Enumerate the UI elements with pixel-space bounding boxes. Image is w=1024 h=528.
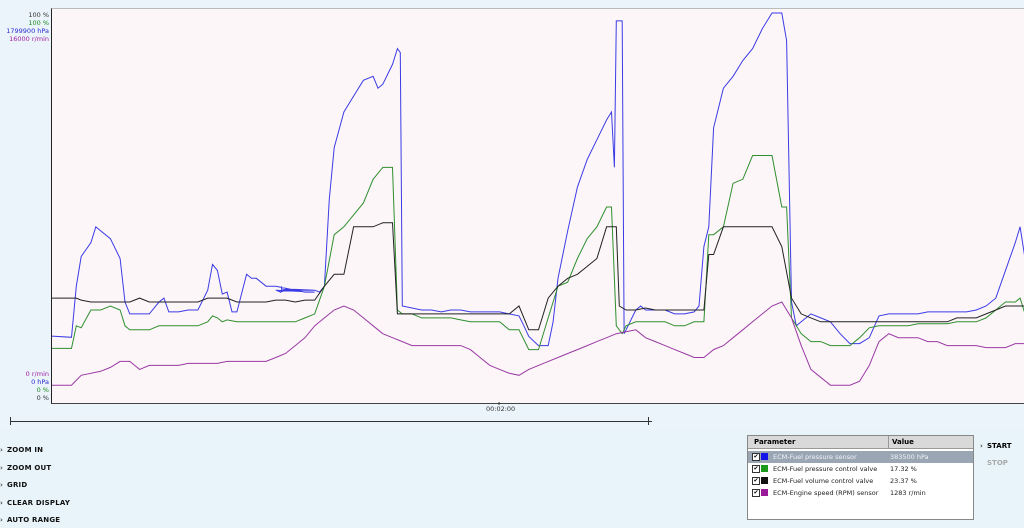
row-checkbox[interactable]: ✔	[752, 453, 760, 461]
table-row[interactable]: ✔ ECM-Engine speed (RPM) sensor 1283 r/m…	[748, 487, 973, 499]
header-parameter[interactable]: Parameter	[754, 438, 795, 446]
table-row[interactable]: ✔ ECM-Fuel pressure control valve 17.32 …	[748, 463, 973, 475]
series-line-2	[52, 155, 1024, 351]
stop-label: STOP	[987, 459, 1008, 467]
y-top-label-1: 100 %	[28, 11, 49, 19]
zoom-out-label: ZOOM OUT	[7, 464, 52, 472]
scrollbar-start-handle[interactable]	[10, 417, 11, 425]
scrollbar-end-handle[interactable]	[648, 417, 649, 425]
chevron-right-icon: ›	[980, 442, 983, 450]
row-parameter-name: ECM-Engine speed (RPM) sensor	[773, 489, 879, 497]
series-color-swatch	[761, 477, 768, 484]
parameter-table: Parameter Value ✔ ECM-Fuel pressure sens…	[747, 435, 974, 520]
zoom-in-label: ZOOM IN	[7, 446, 44, 454]
row-value: 1283 r/min	[890, 489, 926, 497]
header-divider	[888, 436, 889, 448]
series-color-swatch	[761, 453, 768, 460]
chevron-right-icon: ›	[0, 516, 4, 524]
stop-button: STOP	[980, 457, 1020, 471]
plot-svg	[52, 12, 1024, 405]
plot-area[interactable]	[51, 8, 1024, 405]
row-checkbox[interactable]: ✔	[752, 465, 760, 473]
series-line-1	[52, 12, 1024, 347]
row-parameter-name: ECM-Fuel pressure sensor	[773, 453, 857, 461]
scrollbar-line	[10, 421, 652, 422]
y-top-label-3: 1799900 hPa	[6, 27, 49, 35]
header-value[interactable]: Value	[892, 438, 914, 446]
parameter-table-header: Parameter Value	[748, 436, 973, 449]
zoom-in-button[interactable]: › ZOOM IN	[0, 444, 120, 458]
row-value: 383500 hPa	[890, 453, 929, 461]
grid-label: GRID	[7, 481, 28, 489]
series-color-swatch	[761, 489, 768, 496]
chart-area: 100 % 100 % 1799900 hPa 16000 r/min 0 r/…	[0, 0, 1024, 430]
grid-button[interactable]: › GRID	[0, 479, 120, 493]
time-scrollbar[interactable]	[0, 417, 1024, 427]
row-parameter-name: ECM-Fuel pressure control valve	[773, 465, 878, 473]
y-bottom-label-2: 0 hPa	[31, 378, 49, 386]
chevron-right-icon: ›	[0, 464, 4, 472]
start-label: START	[987, 442, 1012, 450]
row-value: 17.32 %	[890, 465, 917, 473]
clear-display-button[interactable]: › CLEAR DISPLAY	[0, 497, 120, 511]
row-parameter-name: ECM-Fuel volume control valve	[773, 477, 874, 485]
zoom-out-button[interactable]: › ZOOM OUT	[0, 462, 120, 476]
series-line-4	[52, 301, 1024, 386]
y-top-label-2: 100 %	[28, 19, 49, 27]
clear-display-label: CLEAR DISPLAY	[7, 499, 71, 507]
row-value: 23.37 %	[890, 477, 917, 485]
chevron-right-icon: ›	[0, 446, 4, 454]
series-color-swatch	[761, 465, 768, 472]
start-button[interactable]: › START	[980, 440, 1020, 454]
row-checkbox[interactable]: ✔	[752, 489, 760, 497]
row-checkbox[interactable]: ✔	[752, 477, 760, 485]
table-row[interactable]: ✔ ECM-Fuel volume control valve 23.37 %	[748, 475, 973, 487]
y-bottom-label-1: 0 r/min	[25, 370, 49, 378]
y-bottom-label-3: 0 %	[36, 386, 49, 394]
chevron-right-icon: ›	[0, 481, 4, 489]
y-top-label-4: 16000 r/min	[9, 35, 49, 43]
chevron-right-icon: ›	[0, 499, 4, 507]
series-line-3	[52, 222, 1024, 331]
x-tick-label: 00:02:00	[486, 405, 516, 413]
y-bottom-label-4: 0 %	[36, 394, 49, 402]
auto-range-button[interactable]: › AUTO RANGE	[0, 514, 120, 528]
auto-range-label: AUTO RANGE	[7, 516, 61, 524]
table-row[interactable]: ✔ ECM-Fuel pressure sensor 383500 hPa	[748, 451, 973, 463]
